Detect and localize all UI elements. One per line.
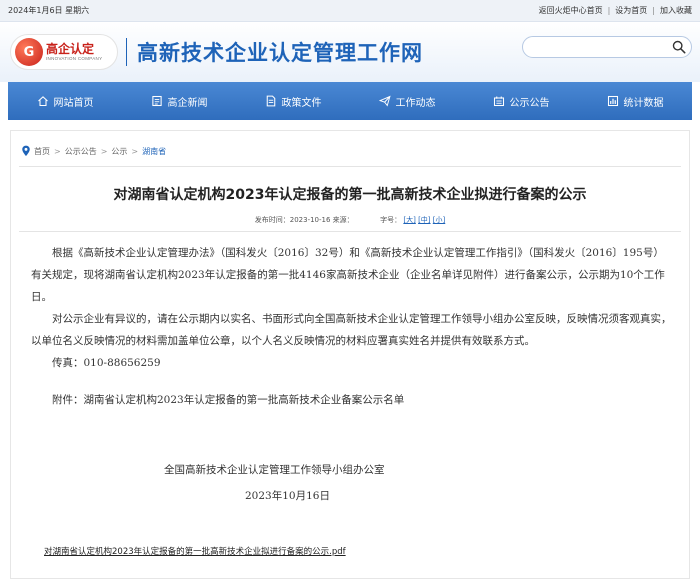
paragraph-objection: 对公示企业有异议的，请在公示期内以实名、书面形式向全国高新技术企业认定管理工作领… bbox=[31, 313, 672, 347]
site-title: 高新技术企业认定管理工作网 bbox=[137, 41, 423, 65]
breadcrumb-separator: > bbox=[100, 146, 108, 156]
attachment-note: 附件：湖南省认定机构2023年认定报备的第一批高新技术企业备案公示名单 bbox=[52, 394, 405, 406]
font-medium-link[interactable]: [中] bbox=[418, 216, 430, 224]
document-icon bbox=[266, 95, 275, 107]
add-favorite-link[interactable]: 加入收藏 bbox=[660, 5, 692, 16]
font-small-link[interactable]: [小] bbox=[433, 216, 445, 224]
breadcrumb-notice[interactable]: 公示 bbox=[111, 146, 127, 157]
location-pin-icon bbox=[22, 145, 30, 156]
nav-announcements-label: 公示公告 bbox=[509, 97, 550, 109]
font-large-link[interactable]: [大] bbox=[403, 216, 415, 224]
pdf-attachment-link[interactable]: 对湖南省认定机构2023年认定报备的第一批高新技术企业拟进行备案的公示.pdf bbox=[44, 545, 346, 557]
notice-icon bbox=[493, 96, 504, 107]
separator: | bbox=[652, 6, 655, 15]
chart-icon bbox=[607, 95, 618, 107]
back-to-torch-center-link[interactable]: 返回火炬中心首页 bbox=[539, 5, 603, 16]
article-body: 根据《高新技术企业认定管理办法》（国科发火〔2016〕32号）和《高新技术企业认… bbox=[31, 242, 673, 411]
home-icon bbox=[37, 96, 48, 107]
nav-statistics[interactable]: 统计数据 bbox=[607, 94, 664, 109]
current-date: 2024年1月6日 星期六 bbox=[8, 6, 90, 15]
fax-number: 传真：010-88656259 bbox=[52, 357, 161, 369]
breadcrumb-divider bbox=[19, 166, 681, 167]
meta-divider bbox=[19, 231, 681, 232]
nav-policy[interactable]: 政策文件 bbox=[265, 94, 322, 109]
nav-policy-label: 政策文件 bbox=[281, 97, 322, 109]
set-homepage-link[interactable]: 设为首页 bbox=[615, 5, 647, 16]
news-icon bbox=[151, 95, 162, 107]
nav-news-label: 高企新闻 bbox=[167, 97, 208, 109]
logo-text: 高企认定 INNOVATION COMPANY bbox=[46, 43, 102, 62]
breadcrumb-separator: > bbox=[54, 146, 61, 156]
nav-work-updates[interactable]: 工作动态 bbox=[378, 94, 436, 109]
top-bar: 2024年1月6日 星期六 返回火炬中心首页 | 设为首页 | 加入收藏 bbox=[0, 0, 700, 22]
nav-home[interactable]: 网站首页 bbox=[37, 94, 94, 109]
publish-time: 发布时间：2023-10-16 bbox=[254, 216, 331, 224]
search-input[interactable] bbox=[522, 36, 692, 58]
breadcrumb-separator: > bbox=[131, 146, 139, 156]
paragraph-basis: 根据《高新技术企业认定管理办法》（国科发火〔2016〕32号）和《高新技术企业认… bbox=[31, 247, 665, 303]
signature-office: 全国高新技术企业认定管理工作领导小组办公室 bbox=[164, 464, 385, 476]
font-size-label: 字号： bbox=[380, 216, 402, 224]
logo-cn: 高企认定 bbox=[46, 41, 95, 56]
main-nav: 网站首页 高企新闻 政策文件 工作动态 公示公告 统计数据 bbox=[8, 82, 692, 120]
logo-mark-icon: G bbox=[15, 38, 43, 66]
source-label: 来源： bbox=[332, 216, 354, 224]
article-meta: 发布时间：2023-10-16 来源： 字号： [大] [中] [小] bbox=[11, 215, 689, 225]
breadcrumb: 首页 > 公示公告 > 公示 > 湖南省 bbox=[11, 141, 689, 161]
logo-en: INNOVATION COMPANY bbox=[46, 55, 103, 61]
search-icon[interactable] bbox=[672, 40, 686, 54]
breadcrumb-announcements[interactable]: 公示公告 bbox=[65, 146, 97, 157]
top-links: 返回火炬中心首页 | 设为首页 | 加入收藏 bbox=[539, 5, 692, 16]
breadcrumb-home[interactable]: 首页 bbox=[34, 146, 50, 157]
breadcrumb-hunan[interactable]: 湖南省 bbox=[142, 146, 166, 157]
article-panel: 首页 > 公示公告 > 公示 > 湖南省 对湖南省认定机构2023年认定报备的第… bbox=[10, 130, 690, 579]
site-header: G 高企认定 INNOVATION COMPANY 高新技术企业认定管理工作网 bbox=[0, 22, 700, 82]
signature-date: 2023年10月16日 bbox=[245, 490, 330, 502]
header-divider bbox=[126, 38, 127, 66]
nav-news[interactable]: 高企新闻 bbox=[151, 94, 208, 109]
site-logo[interactable]: G 高企认定 INNOVATION COMPANY bbox=[10, 34, 118, 70]
paper-plane-icon bbox=[378, 95, 391, 107]
nav-home-label: 网站首页 bbox=[53, 97, 94, 109]
article-title: 对湖南省认定机构2023年认定报备的第一批高新技术企业拟进行备案的公示 bbox=[113, 187, 587, 203]
nav-announcements[interactable]: 公示公告 bbox=[493, 94, 550, 109]
nav-statistics-label: 统计数据 bbox=[623, 97, 664, 109]
nav-work-updates-label: 工作动态 bbox=[395, 97, 436, 109]
separator: | bbox=[607, 6, 611, 15]
